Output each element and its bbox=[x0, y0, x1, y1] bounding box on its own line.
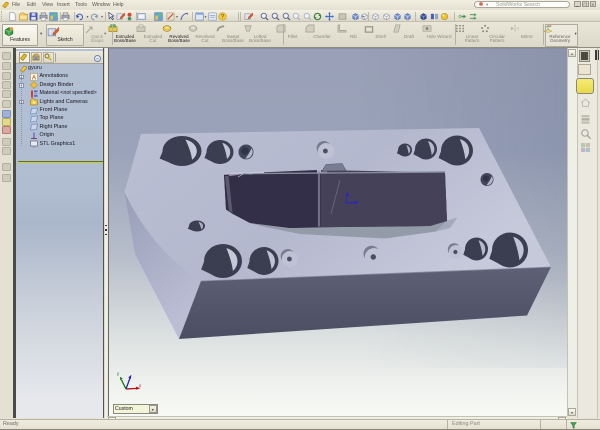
svg-text:A: A bbox=[32, 76, 36, 82]
